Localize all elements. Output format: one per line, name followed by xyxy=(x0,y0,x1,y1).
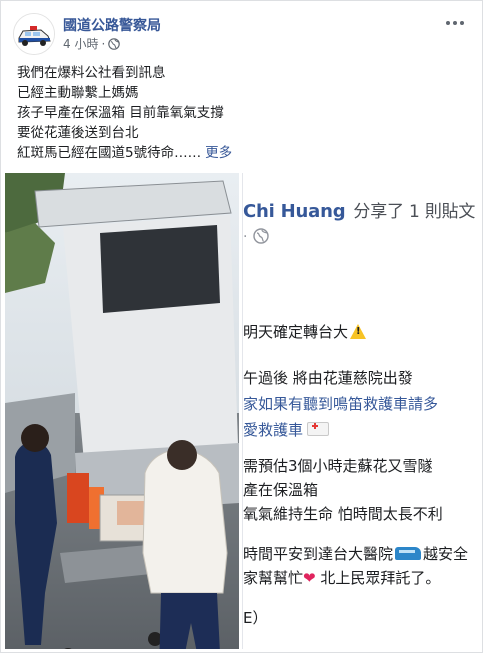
police-car-logo-icon xyxy=(14,14,54,54)
post-time[interactable]: 4 小時 xyxy=(63,37,98,51)
post-text: 我們在爆料公社看到訊息 已經主動聯繫上媽媽 孩子早產在保溫箱 目前靠氧氣支撐 要… xyxy=(17,63,466,163)
globe-icon[interactable] xyxy=(108,38,121,53)
shared-meta-separator: · xyxy=(243,229,248,245)
post-text-line: 已經主動聯繫上媽媽 xyxy=(17,85,139,101)
post-meta: 4 小時 · xyxy=(63,35,121,53)
see-more-link[interactable]: 更多 xyxy=(205,145,232,161)
shared-action-text: 分享了 1 則貼文 xyxy=(353,202,476,222)
shared-line: 明天確定轉台大 xyxy=(243,321,367,342)
ambulance-scene-image xyxy=(5,173,239,649)
more-dot-icon xyxy=(460,21,464,25)
shared-line-text: 家如果有聽到鳴笛救護車請多 xyxy=(243,395,439,413)
shared-globe-icon xyxy=(253,228,269,248)
shared-line-text: 午過後 將由花蓮慈院出發 xyxy=(243,369,413,387)
shared-user-line: Chi Huang 分享了 1 則貼文 xyxy=(243,197,475,222)
more-dot-icon xyxy=(453,21,457,25)
shared-line: 時間平安到達台大醫院 越安全 xyxy=(243,543,468,564)
more-options-button[interactable] xyxy=(440,11,470,35)
post-media: Chi Huang 分享了 1 則貼文 · 明天確定轉台大 午過後 將由花蓮慈院出… xyxy=(5,173,481,649)
post-text-line-last: 紅斑馬已經在國道5號待命…… 更多 xyxy=(17,143,466,163)
shared-line-text: 需預估3個小時走蘇花又雪隧 xyxy=(243,457,433,475)
post-header: 國道公路警察局 4 小時 · xyxy=(13,11,470,55)
post-text-line: 要從花蓮後送到台北 xyxy=(17,125,139,141)
shared-line-text: 時間平安到達台大醫院 xyxy=(243,545,394,563)
shared-line-text: 明天確定轉台大 xyxy=(243,323,349,341)
shared-user-name[interactable]: Chi Huang xyxy=(243,201,346,222)
shared-line: 愛救護車 xyxy=(243,419,330,440)
shared-line-text: 家幫幫忙 xyxy=(243,569,304,587)
more-dot-icon xyxy=(446,21,450,25)
train-icon xyxy=(395,547,422,560)
heart-icon: ❤ xyxy=(303,569,316,587)
shared-line-text: 越安全 xyxy=(423,545,469,563)
meta-separator: · xyxy=(101,37,106,51)
post-text-line: 紅斑馬已經在國道5號待命…… xyxy=(17,145,202,161)
post-text-line: 孩子早產在保溫箱 目前靠氧氣支撐 xyxy=(17,105,224,121)
shared-line: 家幫幫忙❤ 北上民眾拜託了。 xyxy=(243,567,440,588)
page-avatar[interactable] xyxy=(13,13,55,55)
shared-line-text: 產在保溫箱 xyxy=(243,481,319,499)
shared-line-text: 北上民眾拜託了。 xyxy=(320,569,441,587)
post-card: 國道公路警察局 4 小時 · 我們在爆料公社看到訊息 已經主動聯繫上媽媽 孩子早產… xyxy=(0,0,483,653)
warning-icon xyxy=(350,324,367,339)
ambulance-photo[interactable] xyxy=(5,173,239,649)
shared-line-text: 愛救護車 xyxy=(243,421,304,439)
page-name-link[interactable]: 國道公路警察局 xyxy=(63,15,161,35)
post-text-line: 我們在爆料公社看到訊息 xyxy=(17,65,166,81)
shared-line-text: 氧氣維持生命 怕時間太長不利 xyxy=(243,505,443,523)
shared-post-screenshot[interactable]: Chi Huang 分享了 1 則貼文 · 明天確定轉台大 午過後 將由花蓮慈院出… xyxy=(242,173,481,649)
shared-line-text: E） xyxy=(243,609,268,627)
ambulance-icon xyxy=(307,422,330,436)
